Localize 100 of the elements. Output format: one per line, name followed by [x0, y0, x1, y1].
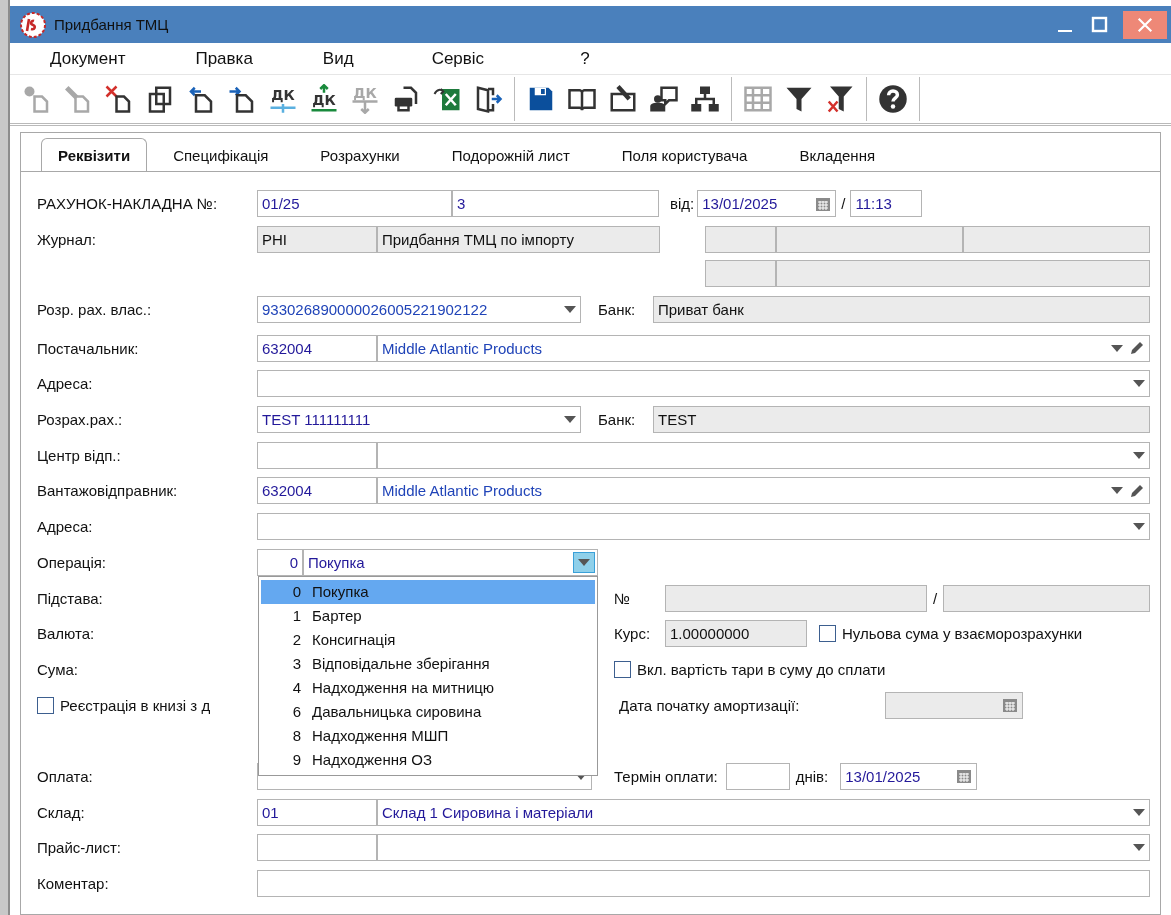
edit-doc-icon[interactable]: [608, 84, 638, 114]
dropdown-option[interactable]: 9 Надходження ОЗ: [261, 747, 595, 772]
dropdown-arrow-icon[interactable]: [1133, 523, 1145, 531]
dropdown-arrow-icon[interactable]: [1133, 844, 1145, 852]
rate-label: Курс:: [614, 625, 652, 643]
dropdown-arrow-icon[interactable]: [1133, 808, 1145, 816]
dropdown-arrow-icon[interactable]: [564, 416, 576, 424]
tab[interactable]: Реквізити: [41, 138, 148, 171]
dropdown-option[interactable]: 6 Давальницька сировина: [261, 699, 595, 724]
filter-clear-icon[interactable]: [825, 84, 855, 114]
menu-item[interactable]: Правка: [195, 48, 253, 69]
journal-code-field: РНІ: [257, 226, 377, 254]
field-label: Валюта:: [37, 625, 96, 643]
date-field[interactable]: 13/01/2025: [840, 762, 978, 790]
dk-up-button[interactable]: ДК: [309, 84, 339, 114]
operation-code-field[interactable]: 0: [257, 548, 303, 576]
dropdown-option[interactable]: 3 Відповідальне зберігання: [261, 651, 595, 676]
operation-field[interactable]: Покупка: [303, 548, 598, 576]
checkbox-label: Вкл. вартість тари в суму до сплати: [637, 660, 886, 678]
input-field: [705, 259, 776, 287]
rate-field: 1.00000000: [665, 620, 807, 648]
bank-field: Приват банк: [653, 296, 1150, 324]
field-label: Сума:: [37, 660, 79, 678]
field-label: Операція:: [37, 553, 108, 571]
dropdown-arrow-icon[interactable]: [564, 306, 576, 314]
tab[interactable]: Поля користувача: [595, 139, 774, 171]
separator-text: /: [933, 589, 938, 607]
pencil-icon[interactable]: [1129, 482, 1145, 499]
comment-field[interactable]: [257, 870, 1150, 898]
field-label: РАХУНОК-НАКЛАДНА №:: [37, 195, 219, 213]
menu-item[interactable]: ?: [580, 48, 590, 69]
dropdown-option[interactable]: 1 Бартер: [261, 603, 595, 628]
number-label: №: [614, 589, 632, 607]
tab[interactable]: Подорожній лист: [425, 139, 596, 171]
bank-field: TEST: [653, 406, 1150, 434]
time-field[interactable]: 11:13: [850, 190, 923, 218]
supplier-name-field[interactable]: Middle Atlantic Products: [377, 334, 1150, 362]
calendar-icon[interactable]: [1002, 697, 1018, 714]
dropdown-arrow-icon[interactable]: [578, 558, 590, 566]
shipper-code-field[interactable]: 632004: [257, 477, 377, 505]
maximize-icon[interactable]: [1089, 14, 1109, 35]
field-label: Адреса:: [37, 518, 94, 536]
warehouse-name-field[interactable]: Склад 1 Сировина і матеріали: [377, 798, 1150, 826]
menu-item[interactable]: Вид: [322, 48, 354, 69]
calendar-icon[interactable]: [956, 768, 973, 785]
date-field[interactable]: 13/01/2025: [697, 190, 837, 218]
date-label: від:: [670, 195, 695, 213]
dropdown-arrow-icon[interactable]: [1133, 451, 1145, 459]
dropdown-option[interactable]: 8 Надходження МШП: [261, 723, 595, 748]
dropdown-option[interactable]: 2 Консигнація: [261, 627, 595, 652]
shipper-name-field[interactable]: Middle Atlantic Products: [377, 477, 1150, 505]
tab[interactable]: Специфікація: [147, 139, 295, 171]
field-label: Склад:: [37, 803, 86, 821]
checkbox-label: Нульова сума у взаєморозрахунки: [842, 625, 1083, 643]
field-label: Розр. рах. влас.:: [37, 301, 153, 319]
field-label: Термін оплати:: [614, 767, 718, 785]
menu-item[interactable]: Сервіс: [431, 48, 485, 69]
account-dropdown[interactable]: 933026890000026005221902122: [257, 296, 581, 324]
field-label: Адреса:: [37, 375, 94, 393]
term-field[interactable]: [725, 762, 790, 790]
warehouse-code-field[interactable]: 01: [257, 798, 377, 826]
number-field[interactable]: 01/25: [257, 190, 452, 218]
checkbox-label: Реєстрація в книзі з д: [60, 696, 211, 714]
address-field[interactable]: [257, 370, 1150, 398]
separator-text: /: [841, 195, 846, 213]
checkbox[interactable]: [614, 660, 631, 678]
tab[interactable]: Вкладення: [773, 139, 902, 171]
center-name-field[interactable]: [377, 441, 1150, 469]
center-code-field[interactable]: [257, 441, 377, 469]
field-label: Дата початку амортизації:: [619, 696, 801, 714]
field-label: Коментар:: [37, 875, 110, 893]
dropdown-arrow-icon[interactable]: [1111, 344, 1123, 352]
number-suffix-field[interactable]: 3: [452, 190, 659, 218]
supplier-code-field[interactable]: 632004: [257, 334, 377, 362]
dk-split-button[interactable]: ДК: [268, 84, 298, 114]
field-label: Розрах.рах.:: [37, 411, 124, 429]
price-list-name-field[interactable]: [377, 834, 1150, 862]
account-dropdown[interactable]: TEST 111111111: [257, 406, 581, 434]
close-button[interactable]: [1123, 10, 1167, 39]
address-field[interactable]: [257, 513, 1150, 541]
pencil-icon[interactable]: [1129, 340, 1145, 357]
app-logo-icon: [20, 11, 46, 38]
price-list-code-field[interactable]: [257, 834, 377, 862]
dropdown-option[interactable]: 0 Покупка: [261, 579, 595, 604]
dropdown-button[interactable]: [573, 551, 595, 573]
dropdown-option[interactable]: 4 Надходження на митницю: [261, 675, 595, 700]
hierarchy-icon[interactable]: [690, 84, 720, 114]
tab[interactable]: Розрахунки: [294, 139, 426, 171]
calendar-icon[interactable]: [815, 195, 832, 212]
bank-label: Банк:: [598, 411, 637, 429]
help-icon[interactable]: [878, 84, 908, 114]
field-label: Постачальник:: [37, 339, 140, 357]
dropdown-arrow-icon[interactable]: [1133, 380, 1145, 388]
menu-item[interactable]: Документ: [50, 48, 126, 69]
field-label: Центр відп.:: [37, 446, 122, 464]
checkbox[interactable]: [819, 625, 836, 643]
window-title: Придбання ТМЦ: [54, 16, 169, 33]
comment-icon[interactable]: [649, 84, 679, 114]
dropdown-arrow-icon[interactable]: [1111, 487, 1123, 495]
checkbox[interactable]: [37, 696, 54, 714]
